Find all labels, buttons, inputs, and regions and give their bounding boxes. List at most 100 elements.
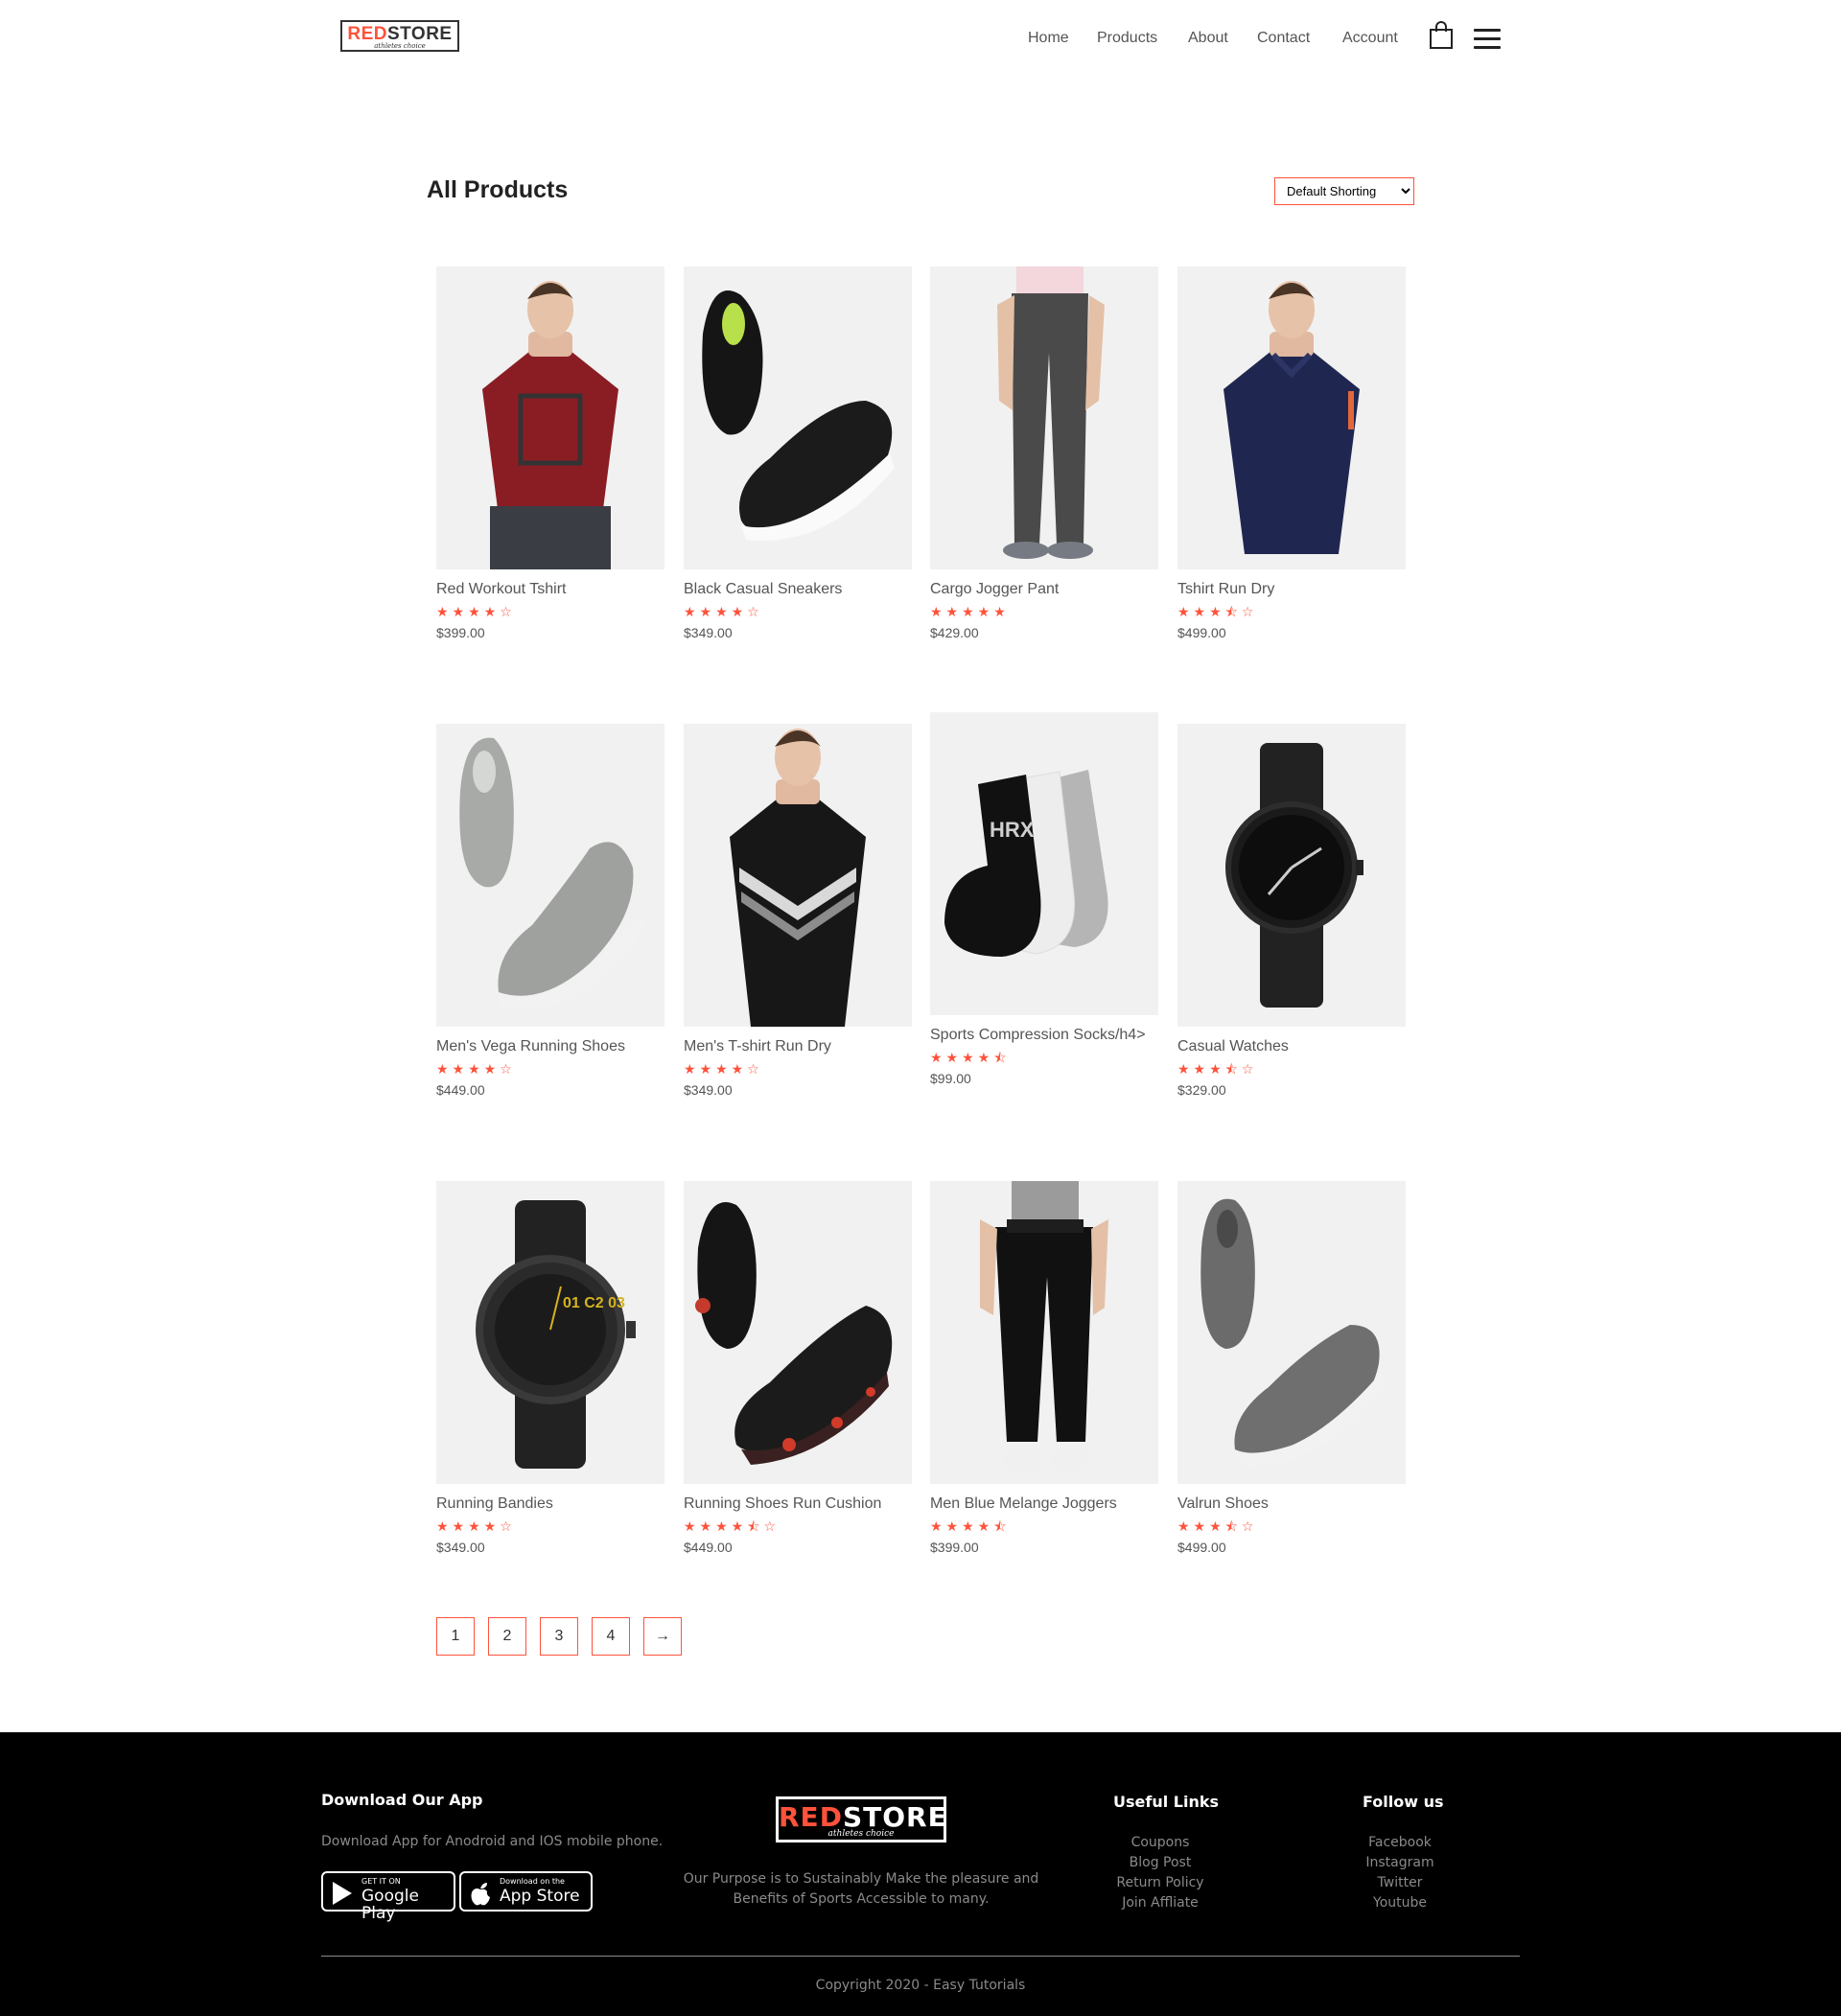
footer-link-twitter[interactable]: Twitter — [1342, 1873, 1457, 1893]
star-rating: ★★★★☆ — [684, 605, 763, 620]
product-name[interactable]: Casual Watches — [1177, 1035, 1406, 1058]
product-card[interactable]: Tshirt Run Dry ★★★⯪☆ $499.00 — [1177, 266, 1406, 641]
footer-link-affiliate[interactable]: Join Affliate — [1093, 1893, 1227, 1913]
copyright: Copyright 2020 - Easy Tutorials — [815, 1978, 1026, 1993]
star-rating: ★★★★☆ — [436, 1062, 516, 1078]
nav-home[interactable]: Home — [1028, 30, 1069, 49]
footer-link-coupons[interactable]: Coupons — [1093, 1833, 1227, 1853]
google-play-icon — [333, 1882, 352, 1905]
footer-logo: REDSTORE athletes choice — [776, 1796, 946, 1842]
star-rating: ★★★★⯪☆ — [684, 1519, 781, 1535]
star-rating: ★★★★⯪ — [930, 1051, 1011, 1066]
product-name[interactable]: Black Casual Sneakers — [684, 578, 912, 601]
product-name[interactable]: Men Blue Melange Joggers — [930, 1493, 1158, 1516]
product-name[interactable]: Cargo Jogger Pant — [930, 578, 1158, 601]
product-card[interactable]: HRX Sports Compression Socks/h4> ★★★★⯪ $… — [930, 712, 1158, 1087]
product-image-red-tshirt[interactable] — [436, 266, 664, 569]
hamburger-menu-icon[interactable] — [1474, 29, 1501, 52]
product-name[interactable]: Men's T-shirt Run Dry — [684, 1035, 912, 1058]
product-image-black-sneakers[interactable] — [684, 266, 912, 569]
star-rating: ★★★⯪☆ — [1177, 605, 1258, 620]
star-rating: ★★★★⯪ — [930, 1519, 1011, 1535]
product-price: $349.00 — [436, 1540, 485, 1555]
page-button-2[interactable]: 2 — [488, 1617, 526, 1656]
product-name[interactable]: Valrun Shoes — [1177, 1493, 1406, 1516]
brand-logo[interactable]: REDSTORE athletes choice — [340, 20, 459, 52]
product-price: $329.00 — [1177, 1082, 1226, 1098]
star-rating: ★★★★☆ — [436, 1519, 516, 1535]
footer-divider — [321, 1956, 1520, 1957]
star-rating: ★★★★★ — [930, 605, 1010, 620]
next-page-arrow-icon[interactable]: → — [643, 1617, 682, 1656]
product-price: $349.00 — [684, 625, 733, 640]
product-image-navy-polo[interactable] — [1177, 266, 1406, 569]
product-image-valrun-shoes[interactable] — [1177, 1181, 1406, 1484]
footer-purpose-text: Our Purpose is to Sustainably Make the p… — [683, 1871, 1039, 1907]
nav-contact[interactable]: Contact — [1257, 30, 1310, 49]
product-image-black-tshirt[interactable] — [684, 724, 912, 1027]
product-name[interactable]: Red Workout Tshirt — [436, 578, 664, 601]
product-card[interactable]: Men's T-shirt Run Dry ★★★★☆ $349.00 — [684, 724, 912, 1099]
product-price: $449.00 — [436, 1082, 485, 1098]
page-button-3[interactable]: 3 — [540, 1617, 578, 1656]
product-card[interactable]: Casual Watches ★★★⯪☆ $329.00 — [1177, 724, 1406, 1099]
star-rating: ★★★★☆ — [436, 605, 516, 620]
product-name[interactable]: Running Bandies — [436, 1493, 664, 1516]
page-button-1[interactable]: 1 — [436, 1617, 475, 1656]
product-image-compression-socks[interactable]: HRX — [930, 712, 1158, 1015]
app-store-button[interactable]: Download on the App Store — [459, 1871, 593, 1912]
star-rating: ★★★⯪☆ — [1177, 1062, 1258, 1078]
footer-link-youtube[interactable]: Youtube — [1342, 1893, 1457, 1913]
footer-link-blog[interactable]: Blog Post — [1093, 1853, 1227, 1873]
shopping-bag-icon[interactable] — [1429, 21, 1454, 50]
product-price: $499.00 — [1177, 625, 1226, 640]
footer-follow-heading: Follow us — [1363, 1793, 1444, 1811]
product-image-running-watch[interactable]: 01 C2 03 — [436, 1181, 664, 1484]
product-card[interactable]: Men Blue Melange Joggers ★★★★⯪ $399.00 — [930, 1181, 1158, 1556]
product-image-black-watch[interactable] — [1177, 724, 1406, 1027]
footer-links-heading: Useful Links — [1113, 1793, 1220, 1811]
product-image-vega-shoes[interactable] — [436, 724, 664, 1027]
google-play-button[interactable]: GET IT ON Google Play — [321, 1871, 455, 1922]
product-card[interactable]: Red Workout Tshirt ★★★★☆ $399.00 — [436, 266, 664, 641]
footer-useful-links: Coupons Blog Post Return Policy Join Aff… — [1093, 1833, 1227, 1913]
nav-products[interactable]: Products — [1097, 30, 1157, 49]
sort-select[interactable]: Default Shorting — [1274, 177, 1414, 205]
product-card[interactable]: Running Shoes Run Cushion ★★★★⯪☆ $449.00 — [684, 1181, 912, 1556]
product-card[interactable]: Valrun Shoes ★★★⯪☆ $499.00 — [1177, 1181, 1406, 1556]
product-card[interactable]: Cargo Jogger Pant ★★★★★ $429.00 — [930, 266, 1158, 641]
logo-text: REDSTORE — [347, 24, 453, 44]
page-title: All Products — [427, 176, 569, 203]
product-card[interactable]: 01 C2 03 Running Bandies ★★★★☆ $349.00 — [436, 1181, 664, 1556]
product-price: $349.00 — [684, 1082, 733, 1098]
product-price: $499.00 — [1177, 1540, 1226, 1555]
product-image-cargo-jogger[interactable] — [930, 266, 1158, 569]
apple-icon — [471, 1883, 490, 1906]
product-price: $429.00 — [930, 625, 979, 640]
footer-app-text: Download App for Anodroid and IOS mobile… — [321, 1834, 664, 1849]
product-card[interactable]: Black Casual Sneakers ★★★★☆ $349.00 — [684, 266, 912, 641]
product-name[interactable]: Sports Compression Socks/h4> — [930, 1024, 1158, 1047]
page-button-4[interactable]: 4 — [592, 1617, 630, 1656]
product-image-run-cushion-shoes[interactable] — [684, 1181, 912, 1484]
product-price: $449.00 — [684, 1540, 733, 1555]
nav-account[interactable]: Account — [1342, 30, 1398, 49]
footer-app-heading: Download Our App — [321, 1791, 483, 1809]
logo-tagline: athletes choice — [374, 42, 426, 50]
product-image-melange-joggers[interactable] — [930, 1181, 1158, 1484]
footer-link-facebook[interactable]: Facebook — [1342, 1833, 1457, 1853]
product-price: $399.00 — [930, 1540, 979, 1555]
product-price: $99.00 — [930, 1071, 971, 1086]
svg-text:01 C2 03: 01 C2 03 — [563, 1295, 625, 1311]
svg-text:HRX: HRX — [990, 818, 1035, 842]
nav-about[interactable]: About — [1188, 30, 1228, 49]
product-name[interactable]: Tshirt Run Dry — [1177, 578, 1406, 601]
product-card[interactable]: Men's Vega Running Shoes ★★★★☆ $449.00 — [436, 724, 664, 1099]
footer-link-return[interactable]: Return Policy — [1093, 1873, 1227, 1893]
product-name[interactable]: Running Shoes Run Cushion — [684, 1493, 912, 1516]
product-name[interactable]: Men's Vega Running Shoes — [436, 1035, 664, 1058]
product-price: $399.00 — [436, 625, 485, 640]
star-rating: ★★★★☆ — [684, 1062, 763, 1078]
footer-link-instagram[interactable]: Instagram — [1342, 1853, 1457, 1873]
star-rating: ★★★⯪☆ — [1177, 1519, 1258, 1535]
